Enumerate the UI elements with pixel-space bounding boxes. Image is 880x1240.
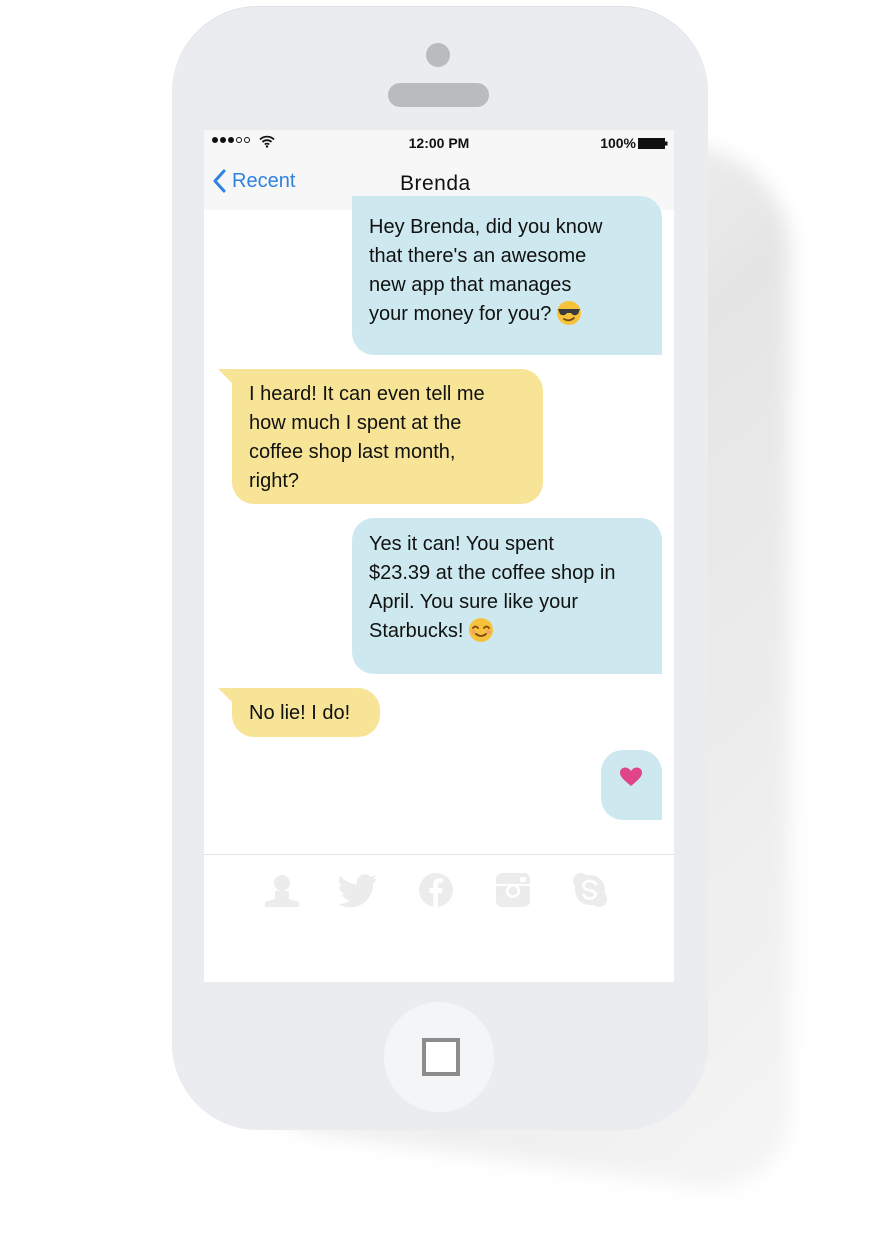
home-button[interactable] bbox=[384, 1002, 494, 1112]
message-bubble-outgoing: Yes it can! You spent $23.39 at the coff… bbox=[352, 518, 662, 674]
message-bubble-outgoing: Hey Brenda, did you know that there's an… bbox=[352, 196, 662, 355]
status-bar: 12:00 PM 100% bbox=[204, 130, 674, 156]
message-line: coffee shop last month, bbox=[249, 441, 456, 463]
smiling-emoji-icon bbox=[469, 618, 494, 642]
instagram-icon[interactable] bbox=[493, 870, 533, 910]
message-line: new app that manages bbox=[369, 274, 572, 296]
twitter-icon[interactable] bbox=[339, 870, 379, 910]
message-line: Starbucks! bbox=[369, 617, 662, 646]
chevron-left-icon bbox=[213, 169, 226, 193]
message-bubble-outgoing bbox=[601, 750, 662, 820]
message-line: right? bbox=[249, 470, 300, 492]
battery-percentage: 100% bbox=[600, 135, 636, 151]
social-share-bar bbox=[204, 854, 674, 982]
facebook-icon[interactable] bbox=[416, 870, 456, 910]
message-line: Yes it can! You spent bbox=[369, 533, 554, 555]
sunglasses-emoji-icon bbox=[557, 301, 582, 325]
back-button[interactable]: Recent bbox=[212, 169, 295, 193]
stage: 12:00 PM 100% Recent Brenda Hey Brenda, … bbox=[0, 0, 880, 1240]
message-line: how much I spent at the bbox=[249, 412, 462, 434]
phone-screen: 12:00 PM 100% Recent Brenda Hey Brenda, … bbox=[204, 130, 674, 982]
battery-icon bbox=[638, 138, 668, 149]
message-line: No lie! I do! bbox=[249, 702, 351, 724]
front-camera bbox=[426, 43, 450, 67]
heart-icon bbox=[620, 767, 642, 786]
message-bubble-incoming: No lie! I do! bbox=[218, 688, 380, 737]
home-square-icon bbox=[422, 1038, 460, 1076]
person-icon[interactable] bbox=[262, 870, 302, 910]
message-line: I heard! It can even tell me bbox=[249, 383, 485, 405]
back-button-label: Recent bbox=[232, 169, 296, 192]
message-line: April. You sure like your bbox=[369, 591, 579, 613]
message-bubble-incoming: I heard! It can even tell me how much I … bbox=[218, 369, 543, 504]
message-line: $23.39 at the coffee shop in bbox=[369, 562, 616, 584]
message-line: Hey Brenda, did you know bbox=[369, 216, 603, 238]
social-icons bbox=[262, 870, 610, 910]
message-line: your money for you? bbox=[369, 300, 662, 329]
contact-name: Brenda bbox=[400, 172, 471, 195]
earpiece-speaker bbox=[388, 83, 489, 107]
skype-icon[interactable] bbox=[570, 870, 610, 910]
message-line: that there's an awesome bbox=[369, 245, 587, 267]
